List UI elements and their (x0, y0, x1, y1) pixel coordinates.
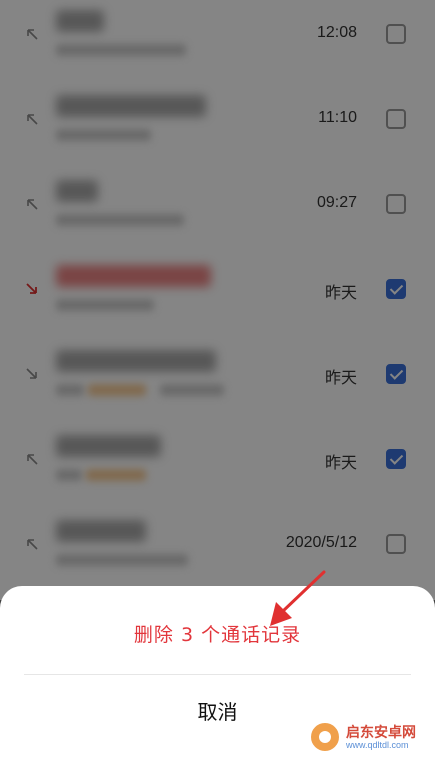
sheet-divider (24, 674, 411, 675)
watermark: 启东安卓网 www.qdltdl.com (304, 718, 432, 758)
watermark-logo-icon (308, 720, 342, 754)
watermark-url: www.qdltdl.com (346, 740, 409, 750)
screen: 12:08 11:10 09:27 昨天 昨天 昨天 2020/5/12 删除 … (0, 0, 435, 762)
watermark-title: 启东安卓网 (346, 725, 416, 741)
delete-calls-button[interactable]: 删除 3 个通话记录 (0, 620, 435, 647)
annotation-arrow-icon (262, 568, 332, 632)
